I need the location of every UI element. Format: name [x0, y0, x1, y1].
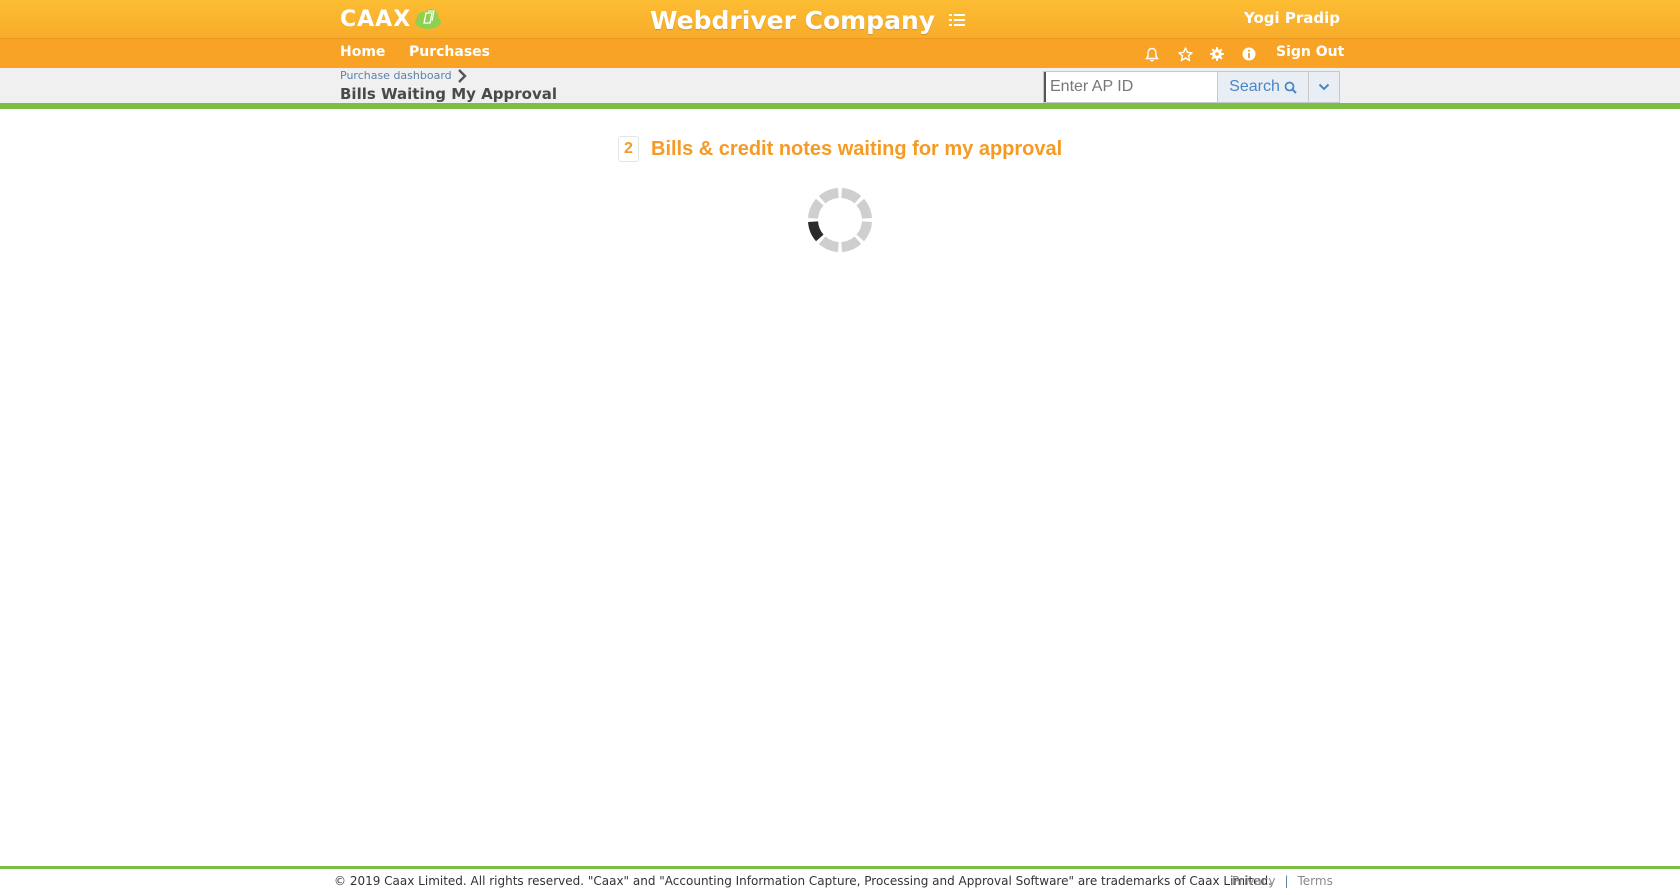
search-button[interactable]: Search: [1217, 72, 1308, 102]
terms-link[interactable]: Terms: [1298, 874, 1333, 888]
spinner-segment: [818, 188, 839, 204]
sub-header: Purchase dashboard Bills Waiting My Appr…: [0, 68, 1680, 109]
chevron-right-icon: [458, 69, 467, 83]
nav-home[interactable]: Home: [340, 44, 385, 60]
footer-divider: [0, 866, 1680, 869]
spinner-segment: [841, 188, 862, 204]
privacy-link[interactable]: Privacy: [1232, 874, 1275, 888]
logo-text: CAAX: [340, 6, 412, 32]
bell-icon[interactable]: [1143, 45, 1161, 63]
company-name: Webdriver Company: [650, 5, 936, 35]
spinner-segment: [856, 198, 872, 219]
sign-out-link[interactable]: Sign Out: [1276, 44, 1344, 60]
page-title: Bills Waiting My Approval: [340, 85, 557, 103]
ap-id-search: Search: [1043, 71, 1340, 103]
company-switcher[interactable]: Webdriver Company: [650, 4, 966, 36]
list-menu-icon[interactable]: [949, 13, 966, 27]
spinner-segment: [841, 236, 862, 252]
spinner-segment: [808, 221, 824, 242]
spinner-segment: [808, 198, 824, 219]
search-icon: [1284, 81, 1297, 94]
star-icon[interactable]: [1176, 45, 1194, 63]
search-button-label: Search: [1229, 78, 1280, 95]
approval-heading: 2 Bills & credit notes waiting for my ap…: [618, 136, 1062, 162]
nav-bar: Home Purchases Sign Out: [0, 39, 1680, 68]
chevron-down-icon: [1318, 83, 1330, 91]
caax-logo[interactable]: CAAX: [340, 4, 443, 34]
top-bar: CAAX Webdriver Company Yogi Pradip: [0, 0, 1680, 39]
loading-spinner-icon: [808, 188, 872, 252]
gear-icon[interactable]: [1208, 45, 1226, 63]
footer-links: Privacy | Terms: [1232, 874, 1333, 888]
spinner-segment: [856, 221, 872, 242]
section-title: Bills & credit notes waiting for my appr…: [651, 137, 1063, 160]
breadcrumb-purchase-dashboard[interactable]: Purchase dashboard: [340, 69, 452, 82]
footer-copyright: © 2019 Caax Limited. All rights reserved…: [334, 874, 1272, 888]
footer-separator: |: [1284, 874, 1289, 888]
cloud-logo-icon: [415, 9, 442, 29]
user-name-link[interactable]: Yogi Pradip: [1244, 9, 1340, 27]
count-badge: 2: [618, 136, 639, 162]
info-icon[interactable]: [1240, 45, 1258, 63]
search-options-dropdown[interactable]: [1308, 72, 1339, 102]
ap-id-search-input[interactable]: [1044, 72, 1217, 102]
nav-purchases[interactable]: Purchases: [409, 44, 490, 60]
spinner-segment: [818, 236, 839, 252]
